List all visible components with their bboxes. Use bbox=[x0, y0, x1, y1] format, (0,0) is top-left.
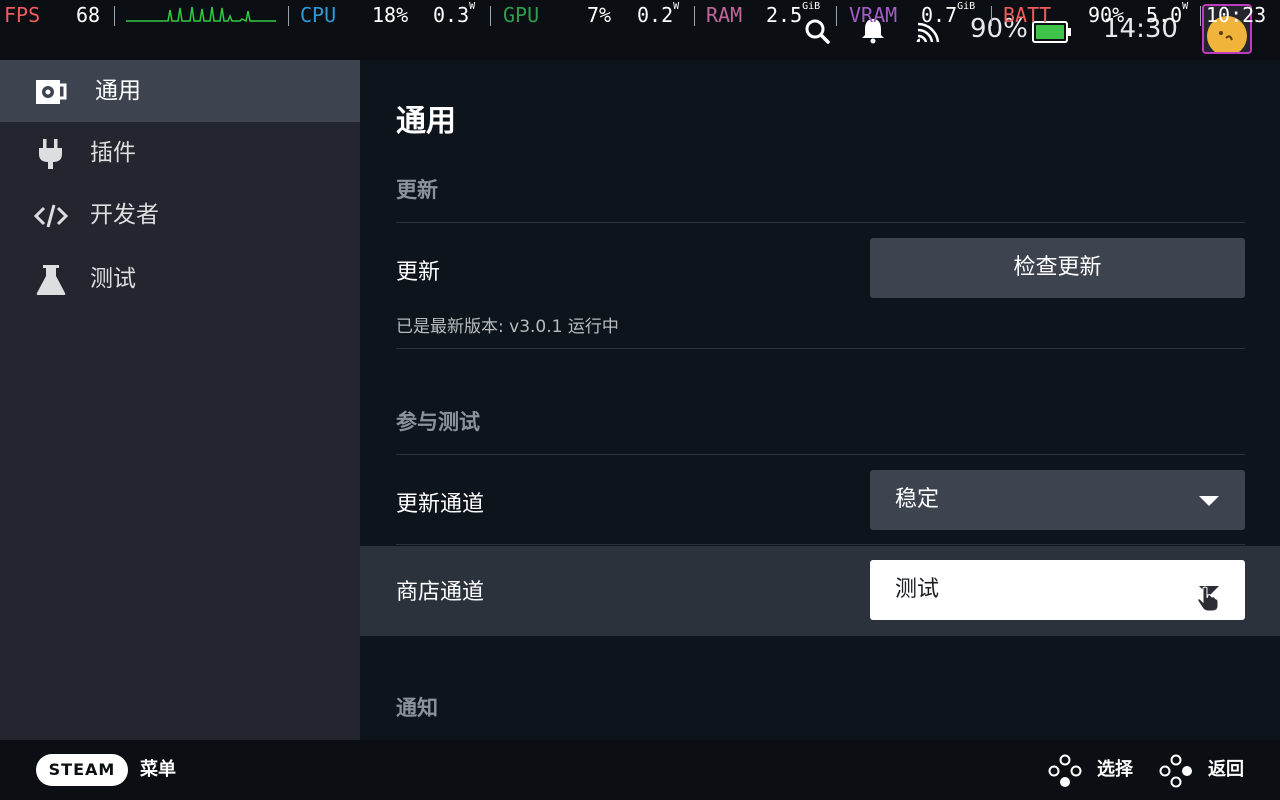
store-channel-label: 商店通道 bbox=[396, 580, 485, 605]
plug-icon bbox=[34, 138, 68, 170]
select-label: 选择 bbox=[1097, 759, 1133, 780]
steam-button[interactable]: STEAM bbox=[36, 754, 128, 786]
settings-panel: 通用 更新 更新 检查更新 已是最新版本: v3.0.1 运行中 参与测试 更新… bbox=[360, 60, 1280, 740]
separator bbox=[991, 6, 992, 26]
pointer-cursor-icon bbox=[1197, 586, 1219, 612]
update-channel-dropdown[interactable]: 稳定 bbox=[870, 470, 1245, 530]
gamepad-buttons-back-icon bbox=[1159, 754, 1192, 788]
store-channel-dropdown[interactable]: 测试 bbox=[870, 560, 1245, 620]
fps-label: FPS bbox=[4, 3, 41, 27]
batt-watts: 5.0W bbox=[1146, 1, 1189, 27]
cpu-watts: 0.3W bbox=[433, 1, 476, 27]
vram-value: 0.7GiB bbox=[921, 1, 976, 27]
sidebar-item-label: 开发者 bbox=[90, 202, 159, 228]
divider bbox=[396, 454, 1245, 455]
sidebar-item-general[interactable]: 通用 bbox=[0, 60, 360, 122]
vram-label: VRAM bbox=[849, 3, 898, 27]
plugin-store-icon bbox=[34, 76, 68, 108]
store-channel-value: 测试 bbox=[895, 577, 940, 602]
separator bbox=[1200, 6, 1201, 26]
frametime-graph bbox=[126, 6, 276, 23]
sidebar-item-label: 插件 bbox=[90, 140, 136, 166]
batt-percent: 90% bbox=[1088, 3, 1125, 27]
gamepad-buttons-select-icon bbox=[1048, 754, 1082, 787]
version-status: 已是最新版本: v3.0.1 运行中 bbox=[396, 317, 619, 337]
section-title-updates: 更新 bbox=[396, 178, 438, 202]
ram-value: 2.5GiB bbox=[766, 1, 821, 27]
separator bbox=[836, 6, 837, 26]
overlay-clock: 10:23 bbox=[1206, 3, 1267, 27]
code-icon bbox=[33, 200, 69, 232]
flask-icon bbox=[34, 264, 68, 296]
section-title-testing: 参与测试 bbox=[396, 410, 480, 434]
separator bbox=[694, 6, 695, 26]
separator bbox=[490, 6, 491, 26]
top-bar: 90% 14:30 FPS 68 CPU 18% 0.3W GPU 7% 0.2… bbox=[0, 0, 1280, 60]
sidebar-item-testing[interactable]: 测试 bbox=[0, 248, 360, 310]
menu-label: 菜单 bbox=[140, 759, 176, 780]
sidebar: 通用 插件 开发者 测试 bbox=[0, 60, 360, 740]
cpu-percent: 18% bbox=[372, 3, 409, 27]
store-channel-row[interactable]: 商店通道 测试 bbox=[360, 546, 1280, 636]
separator bbox=[288, 6, 289, 26]
page-title: 通用 bbox=[396, 104, 456, 139]
batt-label: BATT bbox=[1003, 3, 1052, 27]
gpu-label: GPU bbox=[503, 3, 540, 27]
gpu-watts: 0.2W bbox=[637, 1, 680, 27]
ram-label: RAM bbox=[706, 3, 743, 27]
update-channel-value: 稳定 bbox=[895, 487, 940, 512]
sidebar-item-label: 通用 bbox=[95, 78, 141, 104]
section-title-notifications: 通知 bbox=[396, 696, 438, 720]
divider bbox=[396, 348, 1245, 349]
separator bbox=[114, 6, 115, 26]
fps-value: 68 bbox=[76, 3, 101, 27]
cpu-label: CPU bbox=[300, 3, 337, 27]
divider bbox=[396, 222, 1245, 223]
sidebar-item-developer[interactable]: 开发者 bbox=[0, 184, 360, 246]
sidebar-item-plugins[interactable]: 插件 bbox=[0, 122, 360, 184]
update-channel-label: 更新通道 bbox=[396, 492, 485, 517]
performance-overlay: FPS 68 CPU 18% 0.3W GPU 7% 0.2W RAM 2.5G… bbox=[0, 0, 1280, 30]
divider bbox=[396, 544, 1245, 545]
gpu-percent: 7% bbox=[587, 3, 612, 27]
sidebar-item-label: 测试 bbox=[90, 266, 136, 292]
check-updates-button[interactable]: 检查更新 bbox=[870, 238, 1245, 298]
chevron-down-icon bbox=[1199, 496, 1219, 506]
footer-bar: STEAM 菜单 选择 返回 bbox=[0, 740, 1280, 800]
back-label: 返回 bbox=[1208, 759, 1244, 780]
update-row-label: 更新 bbox=[396, 260, 441, 285]
